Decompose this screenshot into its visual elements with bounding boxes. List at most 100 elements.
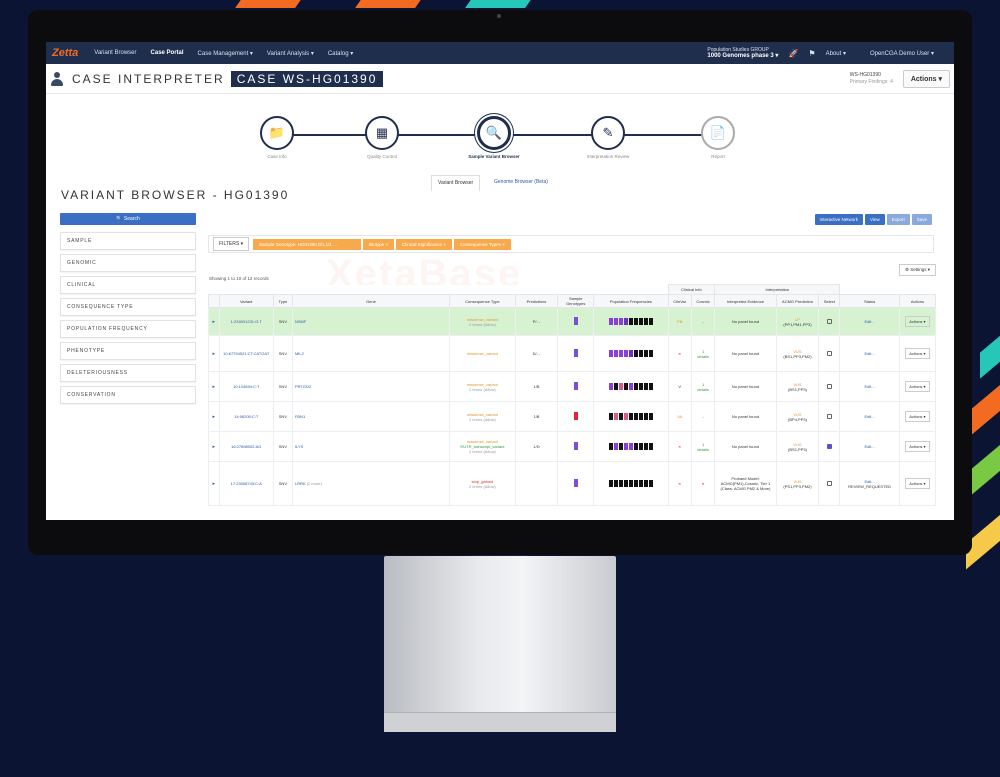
consequence[interactable]: missense_variant xyxy=(452,351,513,356)
step-quality-control[interactable]: ▦ Quality Control xyxy=(342,116,422,159)
facet-conservation[interactable]: CONSERVATION xyxy=(60,386,196,404)
nav-variant-analysis[interactable]: Variant Analysis ▾ xyxy=(267,50,314,57)
row-actions-button[interactable]: Actions ▾ xyxy=(905,348,930,359)
variant-id[interactable]: 16:27898002:AG xyxy=(218,431,274,462)
nav-case-portal[interactable]: Case Portal xyxy=(151,50,184,56)
step-case-info[interactable]: 📁 Case Info xyxy=(237,116,317,159)
gene-link[interactable]: PRTGD2 xyxy=(291,371,450,402)
facet-phenotype[interactable]: PHENOTYPE xyxy=(60,342,196,360)
select-checkbox[interactable] xyxy=(826,413,832,419)
facet-genomic[interactable]: GENOMIC xyxy=(60,254,196,272)
filter-chip-sample-genotype[interactable]: Sample Genotype: HG01390 0/1,1/1 ... xyxy=(253,238,362,250)
expand-icon[interactable]: ▸ xyxy=(208,401,220,432)
col-consequence[interactable]: Consequence Type xyxy=(448,294,516,308)
facet-population-frequency[interactable]: POPULATION FREQUENCY xyxy=(60,320,196,338)
table-row[interactable]: ▸ 10:67794521:CT:CATGAT SNV MIL2 missens… xyxy=(208,335,937,372)
step-report[interactable]: 📄 Report xyxy=(678,116,758,159)
nav-user-menu[interactable]: OpenCGA Demo User ▾ xyxy=(870,50,934,57)
row-actions-button[interactable]: Actions ▾ xyxy=(905,478,930,489)
row-actions-button[interactable]: Actions ▾ xyxy=(905,316,930,327)
select-checkbox[interactable] xyxy=(826,383,832,389)
status-edit[interactable]: Edit... xyxy=(839,431,900,462)
filter-chip-biotype[interactable]: Biotype × xyxy=(363,238,394,250)
variant-id[interactable]: 10:67794521:CT:CATGAT xyxy=(218,335,274,372)
col-variant[interactable]: Variant xyxy=(218,294,274,308)
nav-about[interactable]: About ▾ xyxy=(826,50,846,57)
table-row[interactable]: ▸ 16:27898002:AG SNV ILYS missense_varia… xyxy=(208,431,937,462)
nav-case-management[interactable]: Case Management ▾ xyxy=(198,50,253,57)
settings-button[interactable]: ⚙ Settings ▾ xyxy=(898,264,936,276)
project-selector[interactable]: Population Studies GROUP 1000 Genomes ph… xyxy=(707,47,778,59)
col-status[interactable]: Status xyxy=(839,294,900,308)
variant-id[interactable]: 10:104694:C:T xyxy=(218,371,274,402)
table-row[interactable]: ▸ 14:98205:C:T SNV FBN1 missense_variant… xyxy=(208,401,937,432)
table-row[interactable]: ▸ 10:104694:C:T SNV PRTGD2 missense_vari… xyxy=(208,371,937,402)
cosmic-details[interactable]: details xyxy=(694,387,712,392)
select-checkbox[interactable] xyxy=(826,480,832,486)
status-edit[interactable]: Edit... xyxy=(839,307,900,336)
actions-dropdown-button[interactable]: Actions ▾ xyxy=(902,69,950,88)
gene-link[interactable]: NSMF xyxy=(291,307,450,336)
nav-catalog[interactable]: Catalog ▾ xyxy=(328,50,353,57)
col-gene[interactable]: Gene xyxy=(291,294,450,308)
tab-genome-browser[interactable]: Genome Browser (Beta) xyxy=(488,175,554,189)
view-button[interactable]: View xyxy=(865,214,885,225)
col-interpreted-evidence[interactable]: Interpreted Evidence xyxy=(714,294,777,308)
step-sample-variant-browser[interactable]: 🔍 Sample Variant Browser xyxy=(454,116,534,159)
col-population-frequencies[interactable]: Population Frequencies xyxy=(593,294,669,308)
gene-link[interactable]: MIL2 xyxy=(291,335,450,372)
facet-clinical[interactable]: CLINICAL xyxy=(60,276,196,294)
interactive-network-button[interactable]: Interactive Network xyxy=(814,214,864,225)
step-interpretation-review[interactable]: ✎ Interpretation Review xyxy=(568,116,648,159)
cosmic-details[interactable]: details xyxy=(694,447,712,452)
select-checkbox[interactable] xyxy=(826,443,832,449)
expand-icon[interactable]: ▸ xyxy=(208,431,220,462)
row-actions-button[interactable]: Actions ▾ xyxy=(905,381,930,392)
table-row[interactable]: ▸ 17:23308743:C:A SNV LRRK (2 more) stop… xyxy=(208,461,937,506)
gene-link[interactable]: ILYS xyxy=(291,431,450,462)
table-row[interactable]: ▸ 1:234091231:G:T SNV NSMF missense_vari… xyxy=(208,307,937,336)
facet-consequence-type[interactable]: CONSEQUENCE TYPE xyxy=(60,298,196,316)
col-actions[interactable]: Actions xyxy=(898,294,937,308)
col-clinvar[interactable]: ClinVar xyxy=(667,294,692,308)
nav-variant-browser[interactable]: Variant Browser xyxy=(94,50,136,56)
select-checkbox[interactable] xyxy=(826,318,832,324)
expand-icon[interactable]: ▸ xyxy=(208,307,220,336)
variant-id[interactable]: 17:23308743:C:A xyxy=(218,461,274,506)
col-select[interactable]: Select xyxy=(818,294,841,308)
facet-deleteriousness[interactable]: DELETERIOUSNESS xyxy=(60,364,196,382)
expand-icon[interactable]: ▸ xyxy=(208,335,220,372)
active-filters-bar: FILTERS ▾ Sample Genotype: HG01390 0/1,1… xyxy=(208,235,934,253)
col-predictions[interactable]: Predictions xyxy=(514,294,559,308)
row-actions-button[interactable]: Actions ▾ xyxy=(905,441,930,452)
col-sample-genotypes[interactable]: Sample Genotypes xyxy=(557,294,595,308)
facet-sample[interactable]: SAMPLE xyxy=(60,232,196,250)
col-type[interactable]: Type xyxy=(272,294,293,308)
select-checkbox[interactable] xyxy=(826,350,832,356)
status-edit[interactable]: Edit... xyxy=(839,401,900,432)
gene-link[interactable]: FBN1 xyxy=(291,401,450,432)
filter-chip-clinical-significance[interactable]: Clinical Significance × xyxy=(395,238,452,250)
status-edit[interactable]: Edit... xyxy=(839,371,900,402)
expand-icon[interactable]: ▸ xyxy=(208,371,220,402)
variant-id[interactable]: 14:98205:C:T xyxy=(218,401,274,432)
filters-dropdown-button[interactable]: FILTERS ▾ xyxy=(213,237,250,251)
variant-id[interactable]: 1:234091231:G:T xyxy=(218,307,274,336)
save-button[interactable]: Save xyxy=(911,214,932,225)
search-button[interactable]: 🔍 Search xyxy=(60,213,196,225)
notification-icon[interactable]: ⚑ xyxy=(808,49,815,58)
consequence-extra: 2 terms (Allow) xyxy=(469,321,496,327)
export-button[interactable]: Export xyxy=(886,214,910,225)
col-acmg-prediction[interactable]: ACMG Prediction xyxy=(775,294,820,308)
gene-more[interactable]: (2 more) xyxy=(307,481,322,486)
rocket-icon[interactable]: 🚀 xyxy=(788,49,798,58)
col-cosmic[interactable]: Cosmic xyxy=(690,294,716,308)
cosmic-details[interactable]: details xyxy=(694,354,712,359)
tab-variant-browser[interactable]: Variant Browser xyxy=(431,175,481,192)
status-edit[interactable]: Edit... xyxy=(839,335,900,372)
filter-chip-consequence-types[interactable]: Consequence Types × xyxy=(453,238,511,250)
gene-link[interactable]: LRRK xyxy=(295,481,306,486)
expand-icon[interactable]: ▸ xyxy=(208,461,220,506)
row-actions-button[interactable]: Actions ▾ xyxy=(905,411,930,422)
app-logo[interactable]: Zetta xyxy=(52,47,78,59)
